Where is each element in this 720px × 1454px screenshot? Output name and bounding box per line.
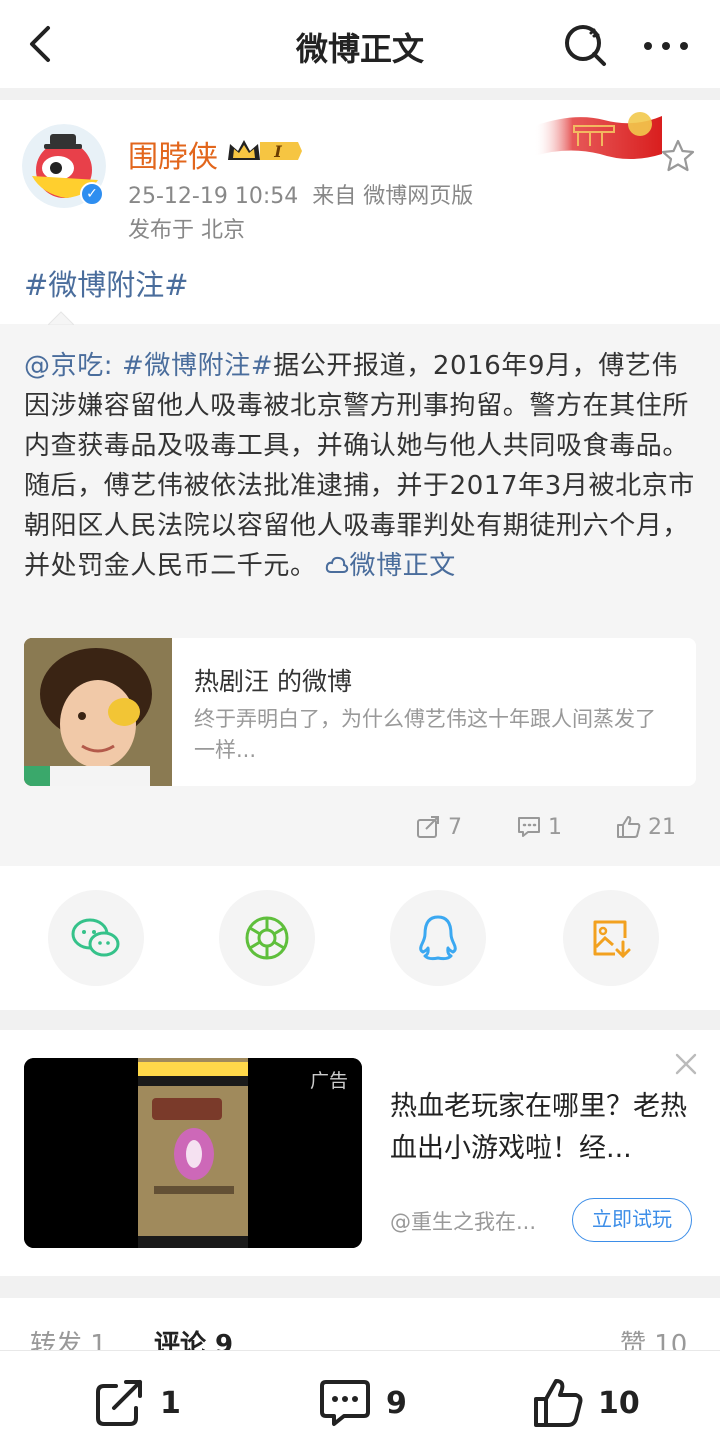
repost-actions: 7 1 21 [0, 810, 720, 844]
bottom-action-bar: 1 9 10 [0, 1350, 720, 1454]
repost-hashtag[interactable]: #微博附注# [122, 351, 273, 381]
ad-video-thumbnail[interactable]: 广告 [24, 1058, 362, 1248]
bottom-like-count: 10 [598, 1385, 640, 1421]
repost-text: 据公开报道，2016年9月，傅艺伟因涉嫌容留他人吸毒被北京警方刑事拘留。警方在其… [24, 351, 695, 581]
original-post-link-label: 微博正文 [349, 551, 456, 581]
repost-body: @京吃: #微博附注#据公开报道，2016年9月，傅艺伟因涉嫌容留他人吸毒被北京… [24, 346, 700, 586]
search-button[interactable] [560, 20, 610, 70]
more-button[interactable] [640, 26, 692, 66]
comment-icon [518, 817, 540, 837]
linked-weibo-card[interactable]: 热剧汪 的微博 终于弄明白了，为什么傅艺伟这十年跟人间蒸发了一样... [24, 638, 696, 786]
repost-comment-button[interactable]: 1 [516, 810, 562, 844]
page-title: 微博正文 [295, 30, 424, 68]
wechat-icon [71, 918, 120, 957]
repost-like-count: 21 [648, 814, 676, 840]
link-icon [326, 556, 349, 573]
card-thumbnail-image [24, 638, 172, 786]
thumbs-up-icon [617, 816, 641, 838]
bottom-comment-button[interactable]: 9 [318, 1377, 407, 1429]
favorite-button[interactable] [660, 138, 696, 174]
repost-forward-button[interactable]: 7 [416, 810, 462, 844]
mention-link[interactable]: @京吃: [24, 351, 113, 381]
search-icon [565, 25, 606, 66]
pointer-arrow [48, 311, 74, 325]
author-name[interactable]: 围脖侠 [128, 132, 218, 176]
vip-crown-icon[interactable]: I [226, 136, 304, 166]
ad-try-now-button[interactable]: 立即试玩 [572, 1198, 692, 1242]
post-hashtag[interactable]: #微博附注# [24, 262, 189, 304]
reposted-content[interactable]: @京吃: #微博附注#据公开报道，2016年9月，傅艺伟因涉嫌容留他人吸毒被北京… [0, 311, 720, 866]
ad-label: 广告 [309, 1070, 348, 1092]
ad-close-button[interactable] [674, 1052, 698, 1076]
card-title: 热剧汪 的微博 [194, 667, 352, 696]
bottom-comment-count: 9 [386, 1385, 407, 1421]
ad-title[interactable]: 热血老玩家在哪里？老热血出小游戏啦！经... [390, 1086, 696, 1170]
moments-icon [245, 916, 289, 960]
forward-icon [96, 1380, 142, 1426]
card-description: 终于弄明白了，为什么傅艺伟这十年跟人间蒸发了一样... [194, 707, 656, 762]
share-moments-button[interactable] [219, 890, 315, 986]
star-icon [661, 139, 695, 172]
repost-like-button[interactable]: 21 [616, 810, 676, 844]
verified-badge-icon: ✓ [80, 182, 104, 206]
original-post-link[interactable]: 微博正文 [325, 551, 455, 581]
more-dots-icon [644, 42, 688, 50]
repost-forward-count: 7 [448, 814, 462, 840]
comment-icon [320, 1380, 370, 1426]
repost-comment-count: 1 [548, 814, 562, 840]
post-date: 25-12-19 10:54 [128, 184, 299, 209]
ad-advertiser[interactable]: @重生之我在... [390, 1206, 536, 1236]
ad-card[interactable]: 广告 热血老玩家在哪里？老热血出小游戏啦！经... @重生之我在... 立即试玩 [0, 1030, 720, 1276]
bottom-repost-button[interactable]: 1 [94, 1377, 181, 1429]
forward-icon [417, 816, 439, 838]
bottom-like-button[interactable]: 10 [532, 1377, 640, 1429]
share-wechat-button[interactable] [48, 890, 144, 986]
flag-emblem-decoration [534, 106, 662, 162]
nav-bar: 微博正文 [0, 0, 720, 88]
save-image-icon [593, 920, 631, 959]
share-row [0, 866, 720, 1010]
thumbs-up-icon [534, 1379, 583, 1427]
interaction-tabs: 转发 1 评论 9 赞 10 [0, 1298, 720, 1360]
bottom-repost-count: 1 [160, 1385, 181, 1421]
weibo-post-page: 微博正文 ✓ 围脖侠 I 25-12-19 10:54 来自 微博网页版 发布于… [0, 0, 720, 1454]
post-card: ✓ 围脖侠 I 25-12-19 10:54 来自 微博网页版 发布于 北京 #… [0, 100, 720, 866]
save-image-button[interactable] [563, 890, 659, 986]
share-qq-button[interactable] [390, 890, 486, 986]
vip-level: I [273, 142, 282, 161]
post-location: 发布于 北京 [128, 218, 245, 243]
qq-icon [419, 915, 457, 961]
close-icon [675, 1053, 697, 1075]
post-source[interactable]: 来自 微博网页版 [312, 184, 473, 209]
post-meta: 25-12-19 10:54 来自 微博网页版 [128, 178, 473, 210]
